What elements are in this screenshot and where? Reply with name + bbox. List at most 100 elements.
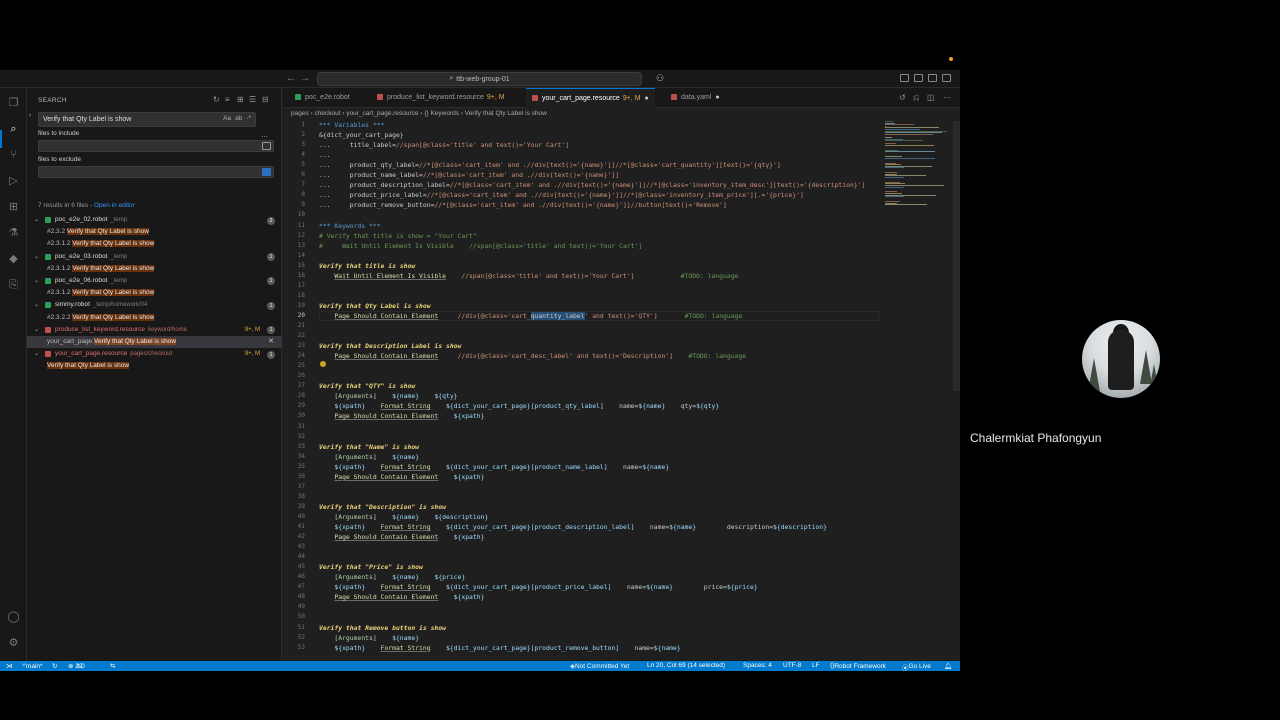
result-match[interactable]: Verify that Qty Label is show (27, 360, 282, 372)
view-as-tree-icon[interactable]: ☰ (249, 95, 256, 104)
forward-arrow-icon[interactable]: → (300, 73, 310, 84)
back-arrow-icon[interactable]: ← (286, 73, 296, 84)
language-mode[interactable]: {} Robot Framework (830, 662, 886, 670)
search-input[interactable]: Verify that Qty Label is show Aa ab ·* (38, 112, 256, 127)
toggle-panel-icon[interactable] (914, 74, 923, 82)
source-control-icon[interactable]: ⑂ (6, 148, 21, 163)
code-line[interactable]: [Arguments] ${name} ${qty} (319, 392, 457, 400)
code-line[interactable]: *** Keywords *** (319, 222, 381, 230)
result-file[interactable]: ⌄ simmy.robot _temp/homework/04 1 (27, 299, 282, 311)
copilot-icon[interactable]: ⚇ (656, 73, 664, 84)
code-line[interactable]: Verify that Qty Label is show (319, 302, 431, 310)
code-line[interactable]: Verify that "Price" is show (319, 563, 423, 571)
more-actions-icon[interactable]: ⋯ (943, 93, 951, 102)
customize-layout-icon[interactable] (942, 74, 951, 82)
tab-poc-e2e[interactable]: poc_e2e.robot (289, 88, 356, 108)
code-line[interactable]: [Arguments] ${name} (319, 453, 419, 461)
result-file[interactable]: ⌄ poc_e2e_02.robot _temp 2 (27, 214, 282, 226)
chevron-down-icon[interactable]: ⌄ (34, 324, 39, 336)
result-match[interactable]: #2.3.1.2 Verify that Qty Label is show (27, 263, 282, 275)
timeline-icon[interactable]: ↺ (899, 93, 906, 102)
code-line[interactable]: Page Should Contain Element ${xpath} (319, 593, 484, 601)
search-icon[interactable]: ⌕ (6, 122, 21, 137)
result-match[interactable]: #2.3.2 Verify that Qty Label is show (27, 226, 282, 238)
code-line[interactable]: Page Should Contain Element ${xpath} (319, 473, 484, 481)
lightbulb-icon[interactable]: . (320, 361, 326, 367)
open-changes-icon[interactable]: ⎌ (913, 93, 919, 103)
code-line[interactable]: ${xpath} Format String ${dict_your_cart_… (319, 463, 669, 471)
code-line[interactable]: ${xpath} Format String ${dict_your_cart_… (319, 644, 680, 652)
code-line[interactable]: Wait Until Element Is Visible //span[@cl… (319, 272, 738, 280)
code-line[interactable]: ${xpath} Format String ${dict_your_cart_… (319, 583, 757, 591)
minimap[interactable] (885, 121, 953, 421)
open-in-editor-link[interactable]: Open in editor (94, 202, 135, 209)
result-file[interactable]: ⌄ your_cart_page.resource pages/checkout 9+… (27, 348, 282, 360)
code-line[interactable]: ${xpath} Format String ${dict_your_cart_… (319, 523, 827, 531)
code-editor[interactable]: 1 *** Variables *** 2 &{dict_your_cart_page… (283, 121, 883, 661)
code-line[interactable]: ... product_price_label=//*[@class='cart… (319, 191, 804, 199)
unsaved-dot-icon[interactable]: ● (715, 94, 719, 101)
dismiss-result-icon[interactable]: ✕ (268, 336, 274, 348)
clear-results-icon[interactable]: ≡ (225, 95, 230, 104)
code-line[interactable]: [Arguments] ${name} ${description} (319, 513, 488, 521)
code-line[interactable]: ... product_name_label=//*[@class='cart_… (319, 171, 619, 179)
code-line[interactable]: Verify that title is show (319, 262, 415, 270)
use-exclude-settings-icon[interactable] (262, 168, 271, 176)
code-line[interactable]: Verify that Remove button is show (319, 624, 446, 632)
code-line[interactable]: # Wait Until Element Is Visible //span[@… (319, 242, 642, 250)
match-whole-word-toggle[interactable]: ab (235, 115, 242, 122)
code-line[interactable]: Verify that "Description" is show (319, 503, 446, 511)
code-line[interactable]: ${xpath} Format String ${dict_your_cart_… (319, 402, 719, 410)
collapse-all-icon[interactable]: ⊟ (262, 95, 269, 104)
result-file[interactable]: ⌄ poc_e2e_03.robot _temp 1 (27, 251, 282, 263)
tab-your-cart-page[interactable]: your_cart_page.resource 9+, M ● (526, 88, 655, 109)
notifications-bell-icon[interactable]: 🔔︎ (944, 662, 952, 670)
chevron-down-icon[interactable]: ⌄ (34, 251, 39, 263)
extensions-icon[interactable]: ⊞ (6, 200, 21, 215)
result-match[interactable]: your_cart_page.Verify that Qty Label is … (27, 335, 282, 349)
code-line[interactable]: ... title_label=//span[@class='title' an… (319, 141, 569, 149)
split-editor-icon[interactable]: ◫ (927, 93, 935, 102)
code-line[interactable]: ... (319, 151, 331, 159)
account-icon[interactable]: ◯ (6, 610, 21, 625)
match-case-toggle[interactable]: Aa (223, 115, 231, 122)
code-line[interactable]: &{dict_your_cart_page} (319, 131, 404, 139)
remote-indicator-icon[interactable]: ⋊ (6, 662, 13, 670)
code-line[interactable]: Verify that "Name" is show (319, 443, 419, 451)
code-line[interactable]: [Arguments] ${name} (319, 634, 419, 642)
use-regex-toggle[interactable]: ·* (246, 115, 251, 122)
chevron-down-icon[interactable]: ⌄ (34, 299, 39, 311)
search-open-editors-icon[interactable] (262, 142, 271, 150)
code-line[interactable]: *** Variables *** (319, 121, 384, 129)
result-match[interactable]: #2.3.1.2 Verify that Qty Label is show (27, 287, 282, 299)
encoding[interactable]: UTF-8 (783, 662, 801, 669)
unsaved-dot-icon[interactable]: ● (645, 95, 649, 102)
files-to-exclude-input[interactable] (38, 166, 274, 178)
refresh-icon[interactable]: ↻ (213, 95, 220, 104)
code-line[interactable]: Verify that Description Label is show (319, 342, 461, 350)
result-match[interactable]: #2.3.1.2 Verify that Qty Label is show (27, 238, 282, 250)
code-line[interactable]: [Arguments] ${name} ${price} (319, 573, 465, 581)
end-of-line[interactable]: LF (812, 662, 820, 669)
toggle-secondary-sidebar-icon[interactable] (928, 74, 937, 82)
branch-indicator[interactable]: ⑂ main* (22, 662, 43, 670)
run-debug-icon[interactable]: ▷ (6, 174, 21, 189)
go-live-button[interactable]: ⦿ Go Live (902, 662, 931, 671)
chevron-down-icon[interactable]: ⌄ (34, 348, 39, 360)
toggle-sidebar-icon[interactable] (900, 74, 909, 82)
docker-icon[interactable]: ◆ (6, 252, 21, 267)
code-line[interactable]: Verify that "QTY" is show (319, 382, 415, 390)
sync-icon[interactable]: ↻ (52, 662, 57, 670)
settings-icon[interactable]: ⚙ (6, 636, 21, 651)
testing-icon[interactable]: ⚗ (6, 226, 21, 241)
chevron-down-icon[interactable]: ⌄ (34, 275, 39, 287)
cursor-position[interactable]: Ln 20, Col 69 (14 selected) (647, 662, 725, 669)
indentation[interactable]: Spaces: 4 (743, 662, 772, 669)
tab-produce-list-keyword[interactable]: produce_list_keyword.resource 9+, M (371, 88, 511, 108)
code-line[interactable]: ... product_description_label=//*[@class… (319, 181, 865, 189)
editor-scrollbar[interactable] (953, 121, 960, 391)
code-line[interactable]: Page Should Contain Element ${xpath} (319, 533, 484, 541)
tab-data-yaml[interactable]: data.yaml ● (665, 88, 726, 108)
code-line[interactable]: Page Should Contain Element //div[@class… (319, 311, 742, 320)
breadcrumb[interactable]: pages › checkout › your_cart_page.resour… (291, 110, 547, 117)
